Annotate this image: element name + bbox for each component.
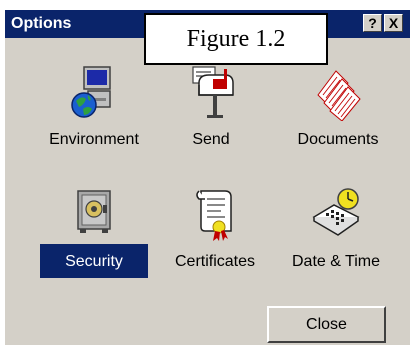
documents-icon bbox=[317, 70, 361, 121]
window-title: Options bbox=[11, 15, 72, 32]
option-documents[interactable]: Documents bbox=[284, 65, 392, 161]
option-send[interactable]: Send bbox=[157, 65, 265, 161]
option-label: Date & Time bbox=[291, 253, 381, 270]
mailbox-icon bbox=[192, 66, 234, 118]
certificate-icon bbox=[196, 190, 232, 241]
option-label: Certificates bbox=[174, 253, 256, 270]
option-label: Documents bbox=[297, 131, 379, 148]
title-close-button[interactable]: X bbox=[384, 14, 403, 32]
option-label: Security bbox=[65, 253, 123, 270]
help-button[interactable]: ? bbox=[363, 14, 382, 32]
option-label: Send bbox=[192, 131, 230, 148]
calendar-clock-icon bbox=[312, 188, 360, 236]
option-environment[interactable]: Environment bbox=[40, 65, 148, 161]
option-label: Environment bbox=[49, 131, 139, 148]
safe-icon bbox=[77, 190, 111, 233]
close-button[interactable]: Close bbox=[267, 306, 386, 343]
option-security[interactable]: Security bbox=[40, 187, 148, 283]
computer-globe-icon bbox=[71, 66, 111, 118]
option-certificates[interactable]: Certificates bbox=[161, 187, 269, 283]
figure-caption: Figure 1.2 bbox=[144, 13, 328, 65]
option-date-time[interactable]: Date & Time bbox=[282, 187, 390, 283]
